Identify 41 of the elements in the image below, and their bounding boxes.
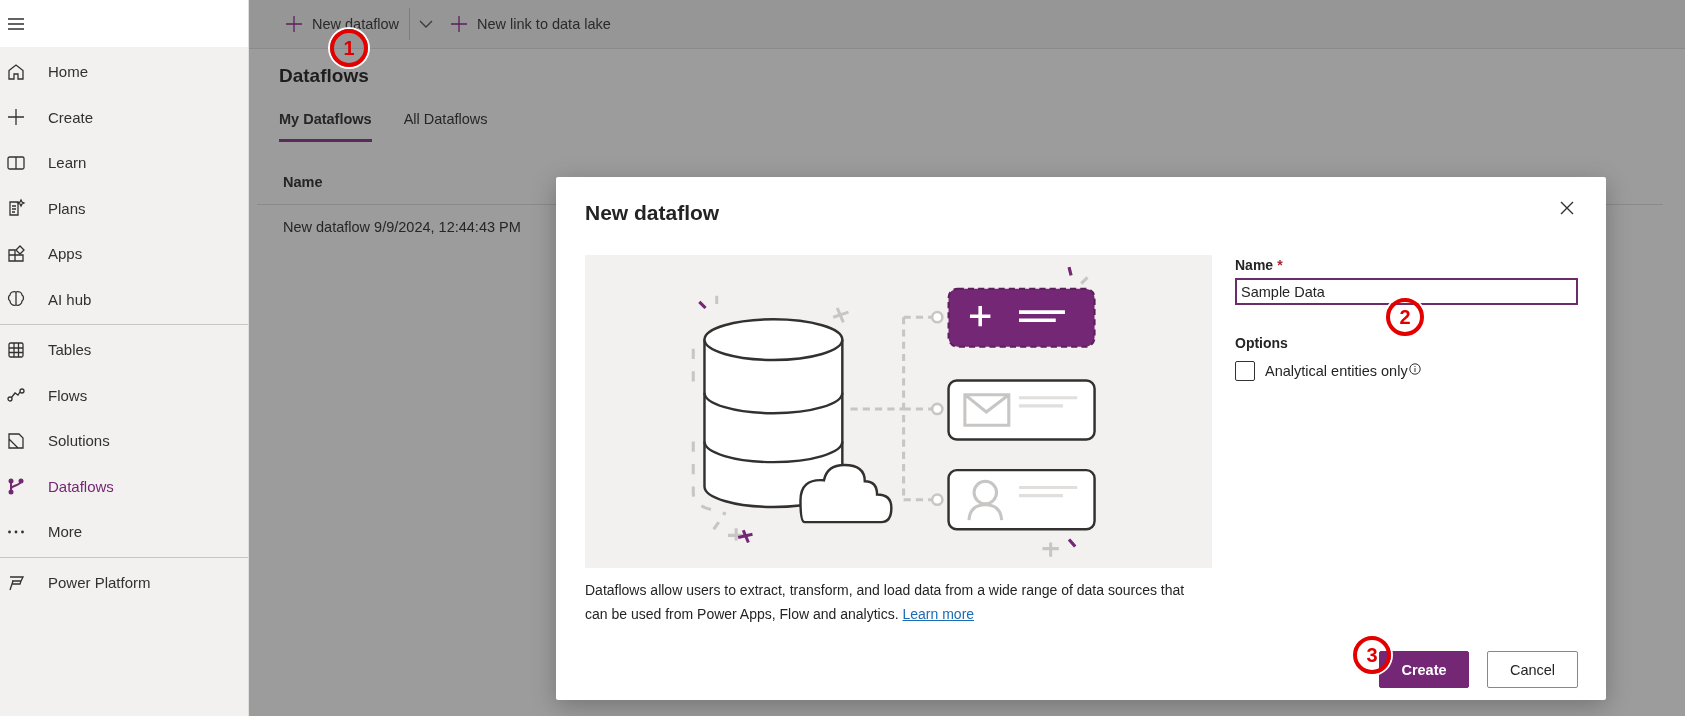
tab[interactable]: All Dataflows	[403, 111, 488, 142]
tab[interactable]: My Dataflows	[279, 111, 372, 142]
sidebar-item[interactable]: More	[0, 509, 248, 555]
document-sparkle-icon	[6, 198, 26, 219]
checkbox[interactable]	[1235, 361, 1255, 381]
sidebar-item[interactable]: AI hub	[0, 276, 248, 322]
table-icon	[6, 339, 26, 360]
plus-icon	[6, 107, 26, 128]
description: Dataflows allow users to extract, transform, and load data from a wide range of data sources that can be used from Power Apps, Flow and analytics. Learn more	[585, 581, 1185, 624]
sidebar-item[interactable]: Apps	[0, 231, 248, 277]
step-marker: 1	[330, 29, 368, 67]
sidebar-item[interactable]: Home	[0, 49, 248, 95]
step-marker: 2	[1386, 298, 1424, 336]
sidebar-item[interactable]: Power Platform	[0, 559, 248, 605]
step-marker: 3	[1353, 636, 1391, 674]
more-icon	[8, 529, 24, 534]
name-field[interactable]: Sample Data	[1235, 278, 1578, 305]
solution-icon	[6, 430, 26, 451]
sidebar-item[interactable]: Learn	[0, 140, 248, 186]
apps-icon	[6, 243, 26, 264]
learn-more-link[interactable]: Learn more	[902, 606, 975, 622]
info-icon[interactable]	[1408, 363, 1421, 375]
plus-icon	[450, 15, 469, 33]
options-label: Options	[1235, 335, 1289, 351]
dataflow-icon	[6, 476, 26, 497]
sidebar-item[interactable]: Flows	[0, 372, 248, 418]
table-cell: New dataflow 9/9/2024, 12:44:43 PM	[283, 219, 521, 235]
plus-icon	[285, 15, 303, 33]
create-button[interactable]: Create	[1379, 651, 1469, 688]
sidebar-item[interactable]: Tables	[0, 327, 248, 373]
field-label: Name	[1235, 257, 1274, 273]
page-title: Dataflows	[279, 65, 370, 87]
required-mark: *	[1277, 257, 1283, 273]
checkbox-label: Analytical entities only	[1265, 363, 1408, 379]
toolbar-button[interactable]: New link to data lake	[444, 8, 617, 40]
sidebar-item[interactable]: Create	[0, 94, 248, 140]
sidebar-item[interactable]: Plans	[0, 185, 248, 231]
cancel-button[interactable]: Cancel	[1487, 651, 1578, 688]
sidebar-item[interactable]: Solutions	[0, 418, 248, 464]
sidebar-item[interactable]: Dataflows	[0, 463, 248, 509]
close-icon	[1560, 201, 1574, 215]
